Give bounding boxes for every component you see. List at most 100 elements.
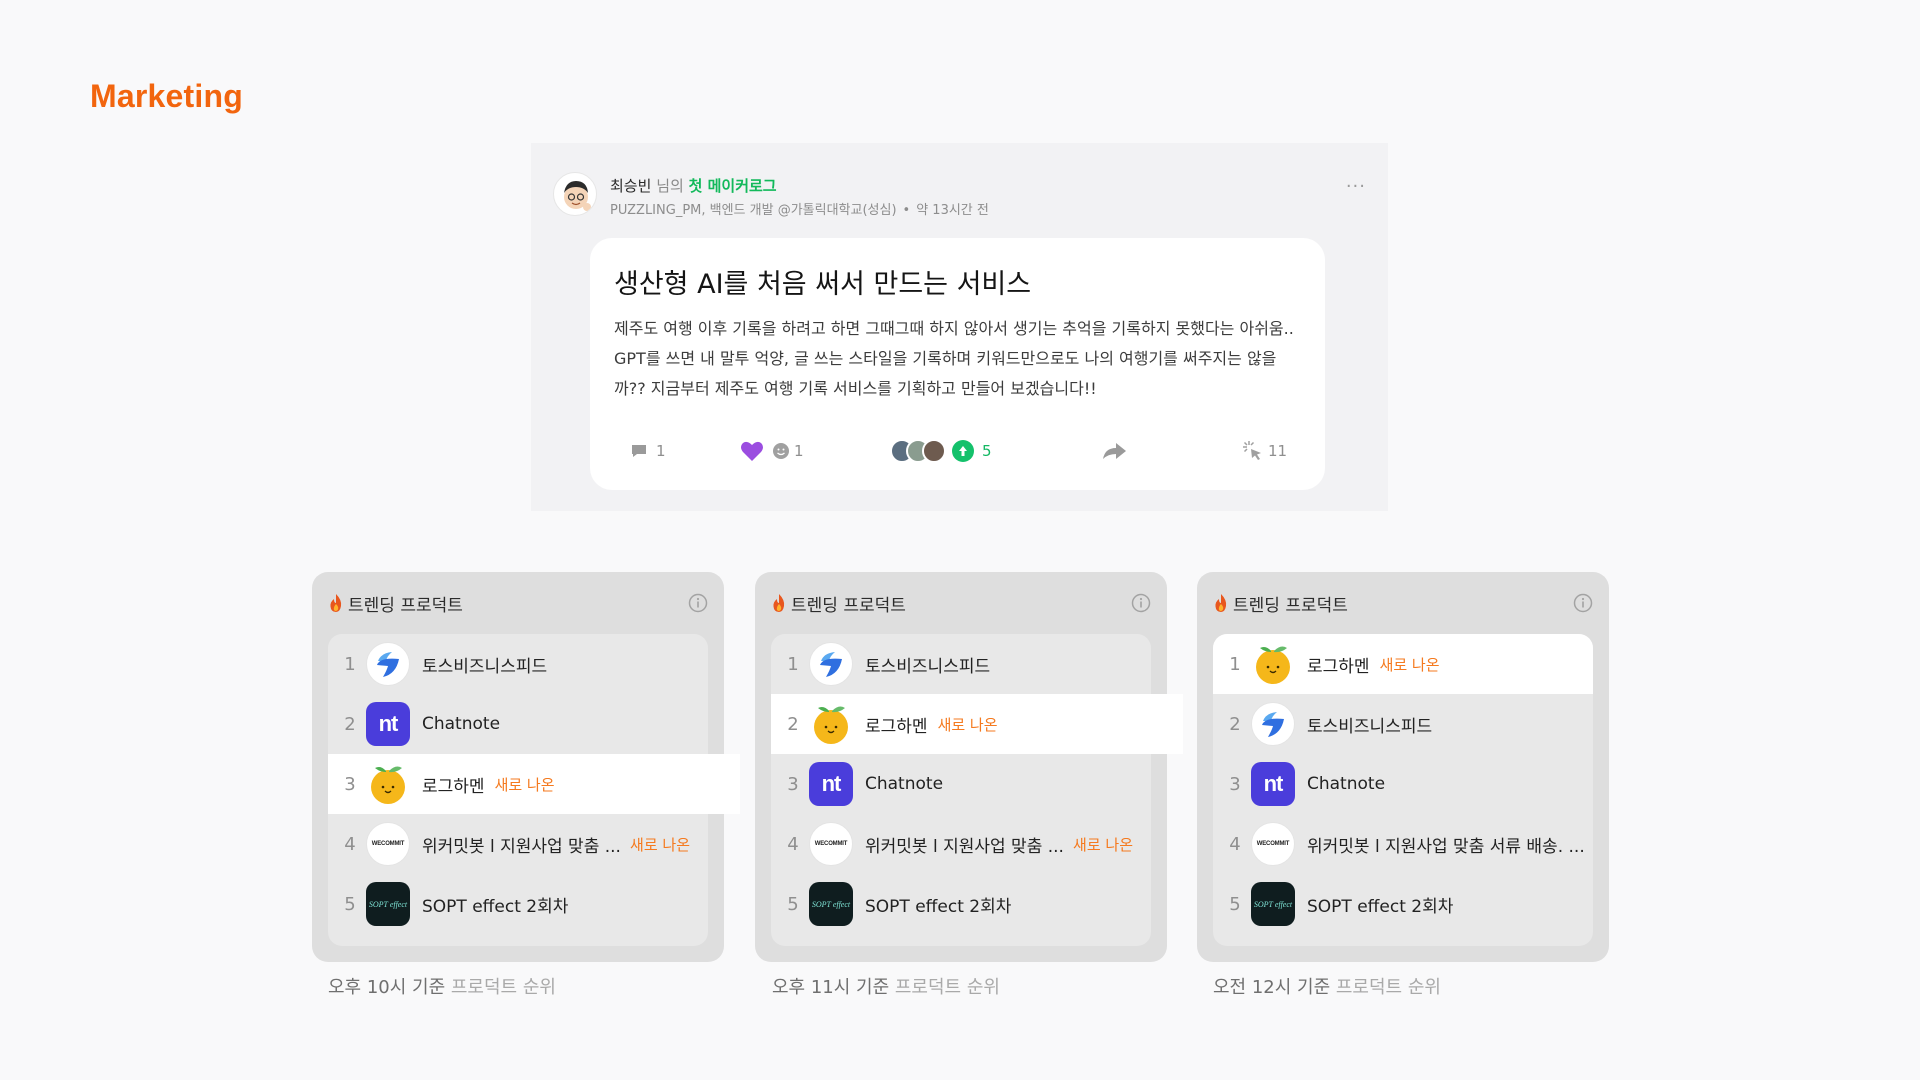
author-line: 최승빈 님의 첫 메이커로그 bbox=[610, 175, 777, 196]
post-time: 약 13시간 전 bbox=[916, 203, 989, 218]
trending-panel-1: 트렌딩 프로덕트 1 토스비즈니스피드 2 nt Chatnote 3 로그하멘 새로 나온 4… bbox=[312, 572, 740, 962]
author-name[interactable]: 최승빈 bbox=[610, 177, 651, 195]
avatar-image bbox=[564, 181, 591, 211]
new-badge: 새로 나온 bbox=[1073, 835, 1133, 854]
smile-icon[interactable] bbox=[772, 442, 790, 460]
share-icon bbox=[1103, 443, 1126, 459]
meta-separator: • bbox=[902, 203, 911, 218]
product-rank: 2 bbox=[787, 713, 799, 735]
panel-title: 트렌딩 프로덕트 bbox=[348, 595, 463, 616]
product-name: 토스비즈니스피드 bbox=[422, 656, 548, 677]
upvote-count: 5 bbox=[982, 442, 992, 460]
author-meta: PUZZLING_PM, 백엔드 개발 @가톨릭대학교(성심) • 약 13시간 전 bbox=[610, 199, 989, 218]
product-name: 위커밋봇 l 지원사업 맞춤 ... bbox=[865, 836, 1064, 857]
product-row[interactable]: 2 로그하멘 새로 나온 bbox=[771, 694, 1183, 754]
panel-caption: 오전 12시 기준 프로덕트 순위 bbox=[1213, 973, 1441, 999]
view-count: 11 bbox=[1268, 442, 1288, 460]
product-row[interactable]: 5 SOPT effect SOPT effect 2회차 bbox=[328, 874, 708, 934]
product-name: 토스비즈니스피드 bbox=[1307, 716, 1433, 737]
new-badge: 새로 나온 bbox=[937, 715, 998, 734]
product-name: Chatnote bbox=[1307, 774, 1386, 794]
sopt-icon: SOPT effect bbox=[1251, 882, 1295, 926]
share-button[interactable] bbox=[1102, 436, 1128, 466]
product-rank: 4 bbox=[787, 833, 799, 855]
upvote-button[interactable]: 5 bbox=[890, 436, 992, 466]
product-row[interactable]: 3 로그하멘 새로 나온 bbox=[328, 754, 740, 814]
makerlog-post: 최승빈 님의 첫 메이커로그 PUZZLING_PM, 백엔드 개발 @가톨릭대… bbox=[531, 143, 1388, 511]
avatar[interactable] bbox=[553, 172, 597, 216]
product-name: 로그하멘 bbox=[1307, 656, 1370, 677]
trending-panel-2: 트렌딩 프로덕트 1 토스비즈니스피드 2 로그하멘 새로 나온 3 nt Chatnote 4… bbox=[755, 572, 1183, 962]
product-row[interactable]: 1 토스비즈니스피드 bbox=[328, 634, 708, 694]
post-body: 제주도 여행 이후 기록을 하려고 하면 그때그때 하지 않아서 생기는 추억을… bbox=[614, 319, 1294, 398]
product-name: 로그하멘 bbox=[422, 776, 485, 797]
product-name: SOPT effect 2회차 bbox=[865, 896, 1012, 917]
wecommit-icon: WECOMMIT bbox=[809, 822, 853, 866]
info-icon[interactable] bbox=[1131, 593, 1151, 613]
upvoter-avatar bbox=[922, 439, 946, 463]
product-rank: 4 bbox=[344, 833, 356, 855]
new-badge: 새로 나온 bbox=[1379, 655, 1440, 674]
product-rank: 3 bbox=[1229, 773, 1241, 795]
more-options-button[interactable]: ··· bbox=[1346, 176, 1366, 197]
upvoter-avatars bbox=[890, 439, 946, 463]
post-card[interactable]: 생산형 AI를 처음 써서 만드는 서비스 제주도 여행 이후 기록을 하려고 … bbox=[590, 238, 1325, 490]
product-rank: 1 bbox=[344, 653, 356, 675]
product-row[interactable]: 1 토스비즈니스피드 bbox=[771, 634, 1151, 694]
product-rank: 3 bbox=[787, 773, 799, 795]
comment-icon bbox=[632, 445, 646, 457]
caption-label: 프로덕트 순위 bbox=[894, 977, 1000, 998]
panel-caption: 오후 11시 기준 프로덕트 순위 bbox=[772, 973, 1000, 999]
info-icon[interactable] bbox=[1573, 593, 1593, 613]
product-name: 위커밋봇 l 지원사업 맞춤 서류 배송. ... bbox=[1307, 836, 1585, 857]
product-rank: 1 bbox=[787, 653, 799, 675]
caption-label: 프로덕트 순위 bbox=[450, 977, 556, 998]
panel-header: 트렌딩 프로덕트 bbox=[771, 590, 1151, 616]
product-name: SOPT effect 2회차 bbox=[1307, 896, 1454, 917]
caption-label: 프로덕트 순위 bbox=[1335, 977, 1441, 998]
product-row[interactable]: 5 SOPT effect SOPT effect 2회차 bbox=[1213, 874, 1593, 934]
author-affiliation: PUZZLING_PM, 백엔드 개발 @가톨릭대학교(성심) bbox=[610, 203, 897, 218]
product-row[interactable]: 3 nt Chatnote bbox=[1213, 754, 1593, 814]
info-icon[interactable] bbox=[688, 593, 708, 613]
product-rank: 3 bbox=[344, 773, 356, 795]
product-rank: 1 bbox=[1229, 653, 1241, 675]
fire-icon bbox=[1215, 594, 1227, 612]
panel-title: 트렌딩 프로덕트 bbox=[791, 595, 906, 616]
product-row[interactable]: 4 WECOMMIT 위커밋봇 l 지원사업 맞춤 ... 새로 나온 bbox=[328, 814, 708, 874]
product-row[interactable]: 2 토스비즈니스피드 bbox=[1213, 694, 1593, 754]
makerlog-badge: 첫 메이커로그 bbox=[688, 177, 777, 195]
orange-icon bbox=[366, 762, 410, 806]
chatnote-icon: nt bbox=[1251, 762, 1295, 806]
wecommit-icon: WECOMMIT bbox=[366, 822, 410, 866]
product-row[interactable]: 4 WECOMMIT 위커밋봇 l 지원사업 맞춤 서류 배송. ... bbox=[1213, 814, 1593, 874]
panel-header: 트렌딩 프로덕트 bbox=[1213, 590, 1593, 616]
comment-count: 1 bbox=[656, 442, 666, 460]
new-badge: 새로 나온 bbox=[494, 775, 555, 794]
panel-header: 트렌딩 프로덕트 bbox=[328, 590, 708, 616]
reaction-button[interactable]: 1 bbox=[740, 436, 804, 466]
chatnote-icon: nt bbox=[366, 702, 410, 746]
trending-panel-3: 트렌딩 프로덕트 1 로그하멘 새로 나온 2 토스비즈니스피드 3 nt Chatnote 4… bbox=[1197, 572, 1609, 962]
sopt-icon: SOPT effect bbox=[809, 882, 853, 926]
product-rank: 5 bbox=[1229, 893, 1241, 915]
fire-icon bbox=[773, 594, 785, 612]
product-row[interactable]: 3 nt Chatnote bbox=[771, 754, 1151, 814]
upvote-icon bbox=[952, 440, 974, 462]
post-header: 최승빈 님의 첫 메이커로그 PUZZLING_PM, 백엔드 개발 @가톨릭대… bbox=[553, 172, 1366, 218]
sopt-icon: SOPT effect bbox=[366, 882, 410, 926]
product-row[interactable]: 4 WECOMMIT 위커밋봇 l 지원사업 맞춤 ... 새로 나온 bbox=[771, 814, 1151, 874]
product-row[interactable]: 1 로그하멘 새로 나온 bbox=[1213, 634, 1593, 694]
post-actions: 1 1 5 11 bbox=[614, 436, 1301, 466]
chatnote-icon: nt bbox=[809, 762, 853, 806]
product-row[interactable]: 5 SOPT effect SOPT effect 2회차 bbox=[771, 874, 1151, 934]
product-row[interactable]: 2 nt Chatnote bbox=[328, 694, 708, 754]
product-name: Chatnote bbox=[865, 774, 944, 794]
toss-icon bbox=[1251, 702, 1295, 746]
product-name: SOPT effect 2회차 bbox=[422, 896, 569, 917]
heart-icon bbox=[741, 441, 763, 461]
comment-button[interactable]: 1 bbox=[630, 436, 666, 466]
product-name: Chatnote bbox=[422, 714, 501, 734]
new-badge: 새로 나온 bbox=[630, 835, 690, 854]
fire-icon bbox=[330, 594, 342, 612]
